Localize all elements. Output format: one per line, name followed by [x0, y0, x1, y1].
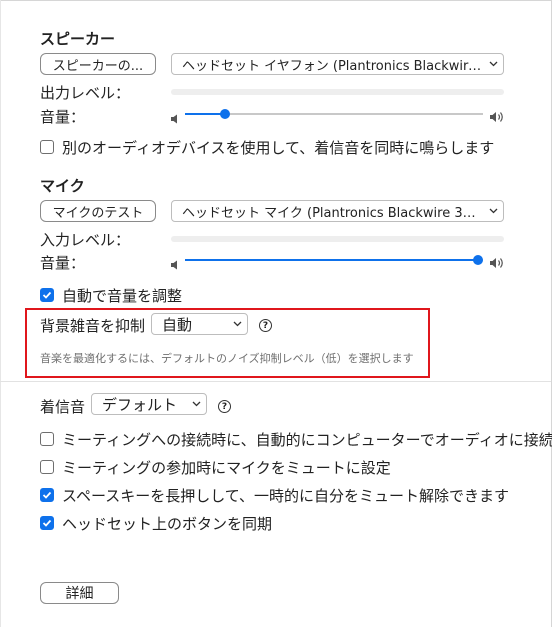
headset-sync-checkbox[interactable] [40, 516, 54, 530]
output-level-meter [171, 89, 504, 95]
space-unmute-checkbox[interactable] [40, 488, 54, 502]
volume-high-icon [490, 254, 505, 273]
auto-join-audio-checkbox[interactable] [40, 432, 54, 446]
mic-volume-slider[interactable] [185, 253, 483, 267]
mute-on-join-checkbox[interactable] [40, 460, 54, 474]
auto-join-audio-label: ミーティングへの接続時に、自動的にコンピューターでオーディオに接続 [62, 431, 552, 449]
headset-sync-label: ヘッドセット上のボタンを同期 [62, 515, 273, 533]
space-unmute-label: スペースキーを長押しして、一時的に自分をミュート解除できます [62, 487, 510, 505]
divider [0, 381, 551, 382]
separate-ringtone-label: 別のオーディオデバイスを使用して、着信音を同時に鳴らします [62, 139, 495, 157]
chevron-down-icon [227, 321, 247, 327]
input-level-label: 入力レベル： [40, 231, 131, 249]
speaker-volume-label: 音量： [40, 108, 86, 126]
checkmark-icon [42, 519, 52, 527]
speaker-device-value: ヘッドセット イヤフォン (Plantronics Blackwire 322.… [182, 58, 483, 74]
chevron-down-icon [483, 61, 503, 67]
checkmark-icon [42, 291, 52, 299]
chevron-down-icon [483, 208, 503, 214]
volume-high-icon [490, 108, 505, 127]
noise-suppression-label: 背景雑音を抑制 [40, 317, 146, 335]
speaker-volume-knob[interactable] [220, 109, 230, 119]
checkmark-icon [42, 491, 52, 499]
separate-ringtone-checkbox[interactable] [40, 140, 54, 154]
noise-suppression-hint: 音楽を最適化するには、デフォルトのノイズ抑制レベル（低）を選択します [40, 352, 414, 365]
ringtone-value: デフォルト [102, 395, 178, 414]
mute-on-join-label: ミーティングの参加時にマイクをミュートに設定 [62, 459, 391, 477]
chevron-down-icon [186, 401, 206, 407]
input-level-meter [171, 236, 504, 242]
help-icon[interactable]: ? [259, 319, 272, 332]
test-mic-button[interactable]: マイクのテスト [40, 200, 156, 222]
noise-suppression-value: 自動 [162, 315, 193, 334]
ringtone-label: 着信音 [40, 398, 86, 416]
auto-volume-checkbox[interactable] [40, 288, 54, 302]
speaker-section-title: スピーカー [40, 30, 116, 48]
speaker-device-select[interactable]: ヘッドセット イヤフォン (Plantronics Blackwire 322.… [171, 53, 504, 75]
output-level-label: 出力レベル： [40, 84, 131, 102]
advanced-button[interactable]: 詳細 [40, 582, 119, 604]
help-icon[interactable]: ? [218, 400, 231, 413]
auto-volume-label: 自動で音量を調整 [62, 287, 183, 305]
noise-suppression-select[interactable]: 自動 [151, 313, 248, 335]
mic-section-title: マイク [40, 177, 85, 195]
ringtone-select[interactable]: デフォルト [91, 393, 207, 415]
volume-low-icon [171, 109, 179, 128]
test-speaker-button[interactable]: スピーカーの... [40, 53, 156, 75]
mic-device-value: ヘッドセット マイク (Plantronics Blackwire 3220 S… [182, 205, 483, 221]
mic-volume-label: 音量： [40, 254, 86, 272]
mic-volume-knob[interactable] [473, 255, 483, 265]
speaker-volume-slider[interactable] [185, 107, 483, 121]
mic-device-select[interactable]: ヘッドセット マイク (Plantronics Blackwire 3220 S… [171, 200, 504, 222]
volume-low-icon [171, 255, 179, 274]
